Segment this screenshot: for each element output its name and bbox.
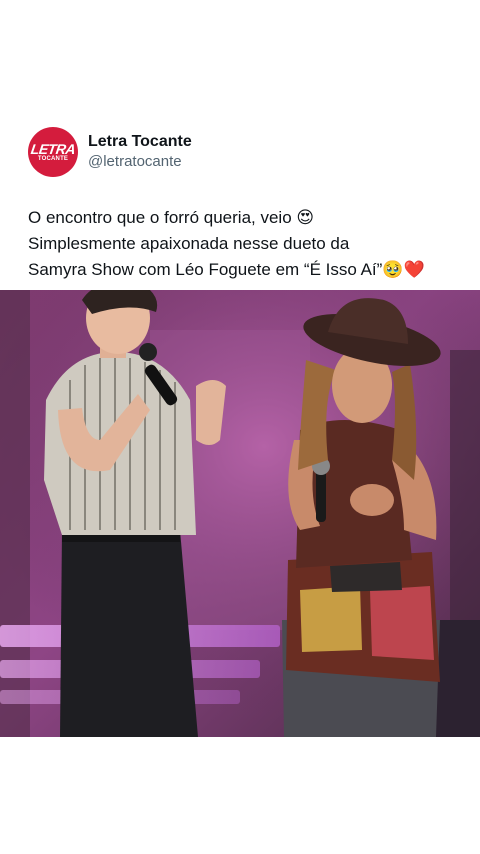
tweet-header: LETRA TOCANTE Letra Tocante @letratocant… xyxy=(28,127,192,177)
tweet-text-line: Samyra Show com Léo Foguete em “É Isso A… xyxy=(28,260,425,279)
avatar-logo-text: LETRA xyxy=(29,140,77,157)
tweet-photo[interactable] xyxy=(0,290,480,737)
tweet-text: O encontro que o forró queria, veio 😍 Si… xyxy=(28,205,468,283)
display-name[interactable]: Letra Tocante xyxy=(88,132,192,152)
avatar[interactable]: LETRA TOCANTE xyxy=(28,127,78,177)
account-names: Letra Tocante @letratocante xyxy=(88,132,192,172)
tweet-text-line: O encontro que o forró queria, veio 😍 xyxy=(28,208,315,227)
handle[interactable]: @letratocante xyxy=(88,152,192,172)
singer-right xyxy=(282,298,441,737)
tweet-text-line: Simplesmente apaixonada nesse dueto da xyxy=(28,234,350,253)
concert-photo-illustration xyxy=(0,290,480,737)
